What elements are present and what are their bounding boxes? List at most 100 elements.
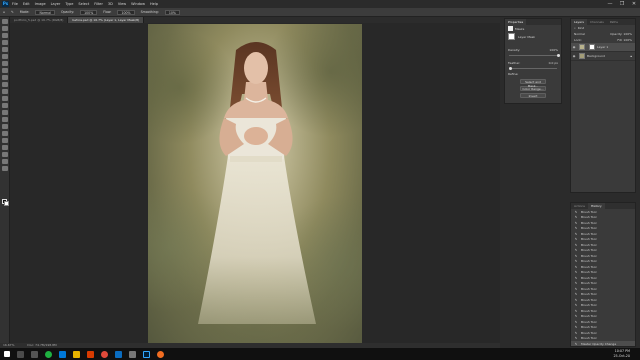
zoom-level[interactable]: 16.67% bbox=[3, 343, 14, 347]
menu-layer[interactable]: Layer bbox=[51, 2, 61, 6]
quick-select-tool-icon[interactable] bbox=[2, 40, 8, 45]
menu-file[interactable]: File bbox=[12, 2, 18, 6]
opacity-field[interactable]: 100% bbox=[80, 9, 98, 15]
marquee-tool-icon[interactable] bbox=[2, 26, 8, 31]
clock-time[interactable]: 10:07 PM bbox=[613, 349, 630, 354]
search-icon[interactable]: ⌕ bbox=[574, 26, 576, 30]
tab-layers[interactable]: Layers bbox=[571, 19, 587, 25]
kind-filter[interactable]: Kind bbox=[578, 26, 585, 30]
zoom-tool-icon[interactable] bbox=[2, 159, 8, 164]
eraser-tool-icon[interactable] bbox=[2, 96, 8, 101]
home-icon[interactable]: ⌂ bbox=[3, 10, 5, 14]
flow-field[interactable]: 100% bbox=[117, 9, 135, 15]
density-slider[interactable] bbox=[509, 53, 560, 57]
spotify-icon[interactable] bbox=[44, 350, 52, 358]
shape-tool-icon[interactable] bbox=[2, 145, 8, 150]
fill-value[interactable]: 100% bbox=[623, 38, 632, 42]
options-bar: ⌂ ✎ Mode: Normal Opacity: 100% Flow: 100… bbox=[0, 8, 640, 17]
tab-actions[interactable]: Actions bbox=[571, 203, 588, 209]
tab-channels[interactable]: Channels bbox=[587, 19, 607, 25]
eyedropper-tool-icon[interactable] bbox=[2, 61, 8, 66]
menu-window[interactable]: Window bbox=[131, 2, 145, 6]
office-icon[interactable] bbox=[86, 350, 94, 358]
brush-icon: ✎ bbox=[574, 281, 578, 286]
blur-tool-icon[interactable] bbox=[2, 110, 8, 115]
crop-tool-icon[interactable] bbox=[2, 47, 8, 52]
menu-view[interactable]: View bbox=[118, 2, 126, 6]
healing-tool-icon[interactable] bbox=[2, 68, 8, 73]
maximize-button[interactable]: ❐ bbox=[616, 0, 628, 8]
layer-row-background[interactable]: ◉ Background 🔒︎ bbox=[571, 52, 635, 61]
canvas-area[interactable] bbox=[10, 23, 500, 343]
history-brush-tool-icon[interactable] bbox=[2, 89, 8, 94]
gradient-tool-icon[interactable] bbox=[2, 103, 8, 108]
brush-icon: ✎ bbox=[574, 314, 578, 319]
lasso-tool-icon[interactable] bbox=[2, 33, 8, 38]
background-color-swatch[interactable] bbox=[4, 201, 9, 206]
invert-button[interactable]: Invert bbox=[520, 93, 546, 98]
hand-tool-icon[interactable] bbox=[2, 152, 8, 157]
mode-select[interactable]: Normal bbox=[35, 9, 56, 15]
menu-help[interactable]: Help bbox=[150, 2, 158, 6]
color-range-button[interactable]: Color Range... bbox=[520, 86, 546, 91]
mail-icon[interactable] bbox=[114, 350, 122, 358]
windows-start-icon[interactable] bbox=[3, 351, 10, 357]
blend-mode-select[interactable]: Normal bbox=[574, 32, 585, 36]
select-and-mask-button[interactable]: Select and Mask... bbox=[520, 79, 546, 88]
smoothing-field[interactable]: 10% bbox=[164, 9, 180, 15]
close-button[interactable]: ✕ bbox=[628, 0, 640, 8]
history-item-label: Brush Tool bbox=[581, 281, 597, 286]
menu-edit[interactable]: Edit bbox=[23, 2, 30, 6]
menu-filter[interactable]: Filter bbox=[94, 2, 103, 6]
task-view-icon[interactable] bbox=[30, 350, 38, 358]
feather-slider[interactable] bbox=[509, 66, 557, 70]
eye-icon[interactable]: ◉ bbox=[571, 45, 577, 49]
dodge-tool-icon[interactable] bbox=[2, 117, 8, 122]
tab-paths[interactable]: Paths bbox=[607, 19, 621, 25]
photoshop-logo-icon[interactable]: Ps bbox=[2, 1, 9, 7]
brush-icon: ✎ bbox=[574, 319, 578, 324]
stamp-tool-icon[interactable] bbox=[2, 82, 8, 87]
menu-select[interactable]: Select bbox=[78, 2, 89, 6]
menu-type[interactable]: Type bbox=[65, 2, 73, 6]
type-tool-icon[interactable] bbox=[2, 131, 8, 136]
history-item-label: Brush Tool bbox=[581, 319, 597, 324]
brush-icon: ✎ bbox=[574, 220, 578, 225]
layer-row-layer-1[interactable]: ◉ Layer 1 bbox=[571, 43, 635, 52]
menu-image[interactable]: Image bbox=[35, 2, 46, 6]
feather-value[interactable]: 0.0 px bbox=[549, 61, 558, 65]
brush-tool-icon[interactable] bbox=[2, 75, 8, 80]
brush-icon[interactable]: ✎ bbox=[11, 10, 14, 14]
file-explorer-icon[interactable] bbox=[72, 350, 80, 358]
more-tools-icon[interactable] bbox=[2, 166, 8, 171]
clock-date[interactable]: 25-Oct-20 bbox=[613, 354, 630, 359]
doc-size: Doc: 74.7M/198.8M bbox=[27, 343, 57, 347]
app-icon[interactable] bbox=[156, 350, 164, 358]
chrome-icon[interactable] bbox=[100, 350, 108, 358]
path-select-tool-icon[interactable] bbox=[2, 138, 8, 143]
frame-tool-icon[interactable] bbox=[2, 54, 8, 59]
brush-icon: ✎ bbox=[574, 308, 578, 313]
tab-history[interactable]: History bbox=[587, 203, 605, 209]
minimize-button[interactable]: — bbox=[604, 0, 616, 8]
move-tool-icon[interactable] bbox=[2, 19, 8, 24]
layer-opacity-value[interactable]: 100% bbox=[623, 32, 632, 36]
history-item[interactable]: ✎ Master Opacity Change bbox=[571, 341, 635, 346]
layer-mask-thumbnail[interactable] bbox=[589, 44, 595, 50]
history-item-label: Brush Tool bbox=[581, 336, 597, 341]
edge-icon[interactable] bbox=[58, 350, 66, 358]
tab-properties[interactable]: Properties bbox=[505, 19, 527, 25]
pen-tool-icon[interactable] bbox=[2, 124, 8, 129]
photoshop-taskbar-icon[interactable] bbox=[142, 350, 150, 358]
layer-thumbnail bbox=[579, 53, 585, 59]
search-icon[interactable] bbox=[16, 350, 24, 358]
masks-row: Masks bbox=[505, 25, 561, 32]
menu-3d[interactable]: 3D bbox=[108, 2, 113, 6]
settings-icon[interactable] bbox=[128, 350, 136, 358]
feather-slider-knob[interactable] bbox=[509, 66, 512, 70]
eye-icon[interactable]: ◉ bbox=[571, 54, 577, 58]
document-image[interactable] bbox=[148, 24, 362, 343]
density-value[interactable]: 100% bbox=[549, 48, 558, 52]
layer-mask-thumb[interactable] bbox=[508, 33, 515, 40]
density-slider-knob[interactable] bbox=[557, 53, 560, 57]
